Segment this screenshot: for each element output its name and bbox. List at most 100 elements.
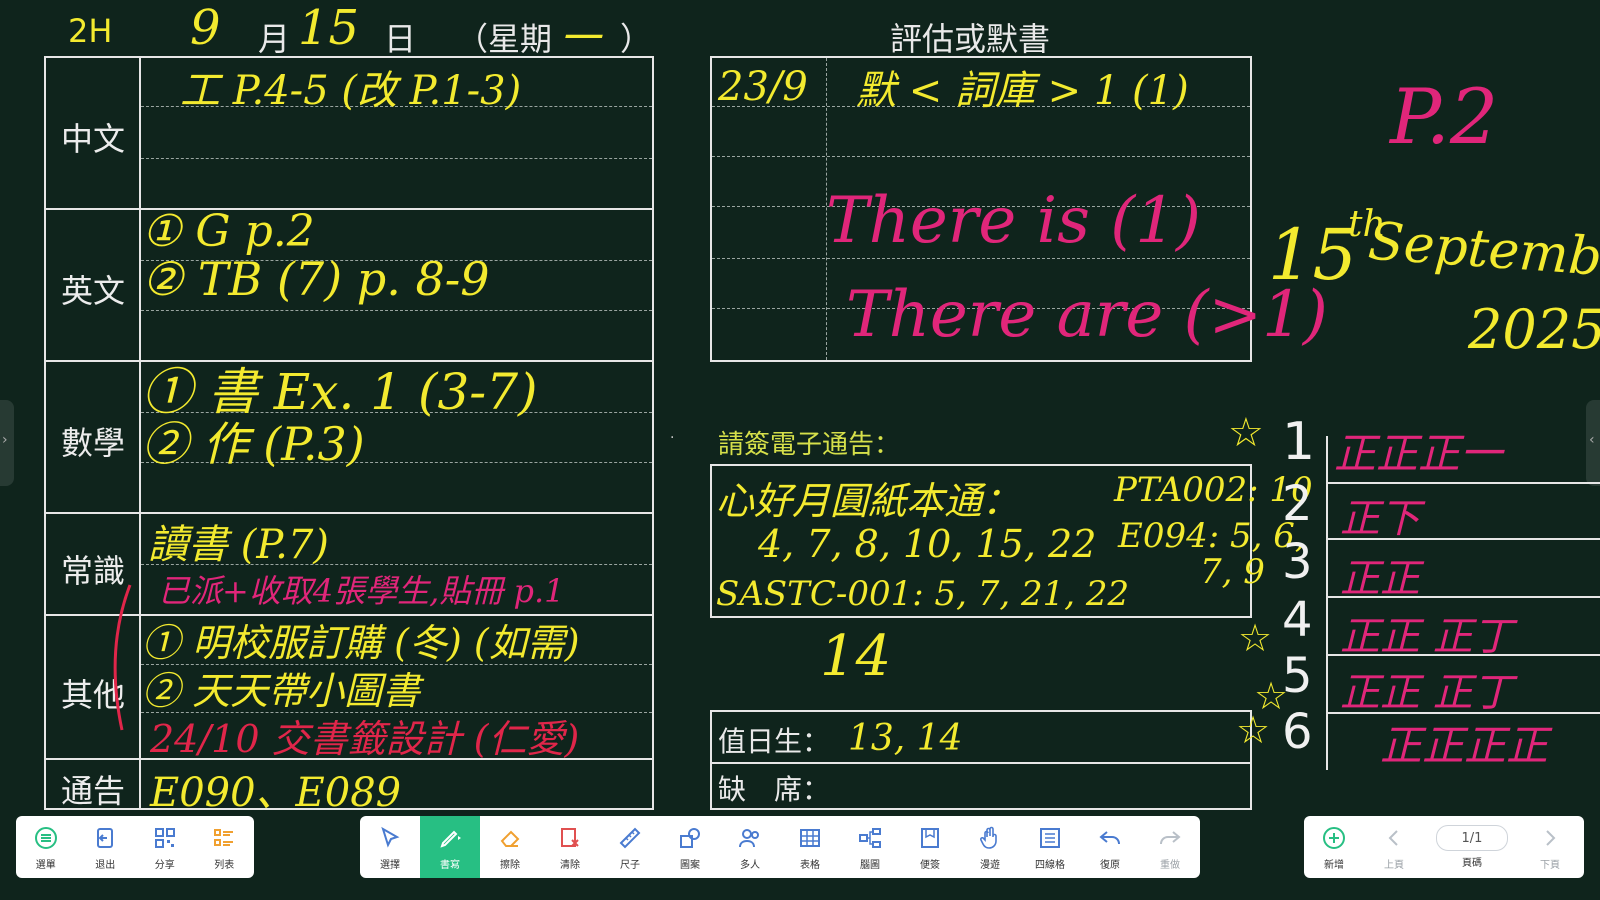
assessment-item: 默 < 詞庫 > 1 (1) (856, 68, 1189, 114)
select-label: 選擇 (380, 860, 400, 871)
undo-label: 復原 (1100, 860, 1120, 871)
undo-button[interactable]: 復原 (1080, 816, 1140, 878)
share-button[interactable]: 分享 (135, 816, 195, 878)
pen-label: 書寫 (440, 860, 460, 871)
right-edge-tab[interactable]: ‹ (1586, 400, 1600, 486)
prev-page-button[interactable]: 上頁 (1364, 816, 1424, 878)
table-icon (795, 823, 825, 853)
guide-line (141, 310, 652, 311)
hw-others-1: ① 明校服訂購 (冬) (如需) (142, 621, 580, 665)
shapes-icon (675, 823, 705, 853)
table-tool-button[interactable]: 表格 (780, 816, 840, 878)
chevron-right-icon (1535, 823, 1565, 853)
pages-label: 頁碼 (1462, 858, 1482, 869)
pan-label: 漫遊 (980, 860, 1000, 871)
list-button[interactable]: 列表 (195, 816, 255, 878)
tally-marks-2: 正下 (1340, 496, 1420, 542)
shapes-tool-button[interactable]: 圖案 (660, 816, 720, 878)
hw-others-2: ② 天天帶小圖書 (142, 669, 421, 713)
tally-num-6: 6 (1282, 704, 1313, 760)
toolbar-center: 選擇 書寫 擦除 清除 尺子 圖案 多人 表格 腦圖 便簽 漫遊 四線格 復原 … (360, 816, 1200, 878)
grammar-line-1: There is (1) (826, 184, 1201, 258)
hw-math-2: ② 作 (P.3) (142, 417, 365, 471)
sticky-note-tool-button[interactable]: 便簽 (900, 816, 960, 878)
star-icon: ☆ (1238, 616, 1273, 660)
star-icon: ☆ (1236, 708, 1271, 752)
mindmap-label: 腦圖 (860, 860, 880, 871)
guide-line (712, 258, 1250, 259)
notice-line-1: 心好月圓紙本通： (716, 479, 1021, 523)
sticky-note-icon (915, 823, 945, 853)
redo-button[interactable]: 重做 (1140, 816, 1200, 878)
red-bracket-mark (113, 584, 132, 731)
assessment-date: 23/9 (718, 64, 808, 110)
undo-icon (1095, 823, 1125, 853)
redo-icon (1155, 823, 1185, 853)
eraser-label: 擦除 (500, 860, 520, 871)
notice-title: 請簽電子通告： (718, 430, 901, 460)
qr-share-icon (150, 823, 180, 853)
pen-icon (435, 823, 465, 853)
menu-button[interactable]: 選單 (16, 816, 76, 878)
hw-notice-1: E090、E089 (150, 770, 402, 816)
class-label: 2H (68, 12, 113, 50)
date-day: 15 (1268, 214, 1358, 296)
mindmap-tool-button[interactable]: 腦圖 (840, 816, 900, 878)
page-note: P.2 (1390, 72, 1499, 161)
pan-tool-button[interactable]: 漫遊 (960, 816, 1020, 878)
share-label: 分享 (154, 860, 175, 871)
next-label: 下頁 (1540, 860, 1560, 871)
pen-tool-button[interactable]: 書寫 (420, 816, 480, 878)
cursor-icon (375, 823, 405, 853)
header-date: 15 (298, 0, 360, 56)
prev-label: 上頁 (1384, 860, 1404, 871)
menu-icon (31, 823, 61, 853)
clear-label: 清除 (560, 860, 580, 871)
date-month: September, (1366, 211, 1600, 293)
add-icon (1319, 823, 1349, 853)
subject-chinese: 中文 (60, 120, 125, 158)
multi-user-label: 多人 (740, 860, 760, 871)
hw-general-1: 讀書 (P.7) (148, 522, 329, 568)
four-line-tool-button[interactable]: 四線格 (1020, 816, 1080, 878)
table-label: 表格 (800, 860, 820, 871)
header-month-char: 月 (258, 20, 291, 58)
row-line (44, 512, 654, 514)
grammar-line-2: There are (>1) (846, 278, 1328, 352)
exit-button[interactable]: 退出 (76, 816, 136, 878)
duty-label: 值日生： (718, 725, 831, 758)
tally-marks-1: 正正正一 (1334, 429, 1503, 478)
four-line-icon (1035, 823, 1065, 853)
guide-line (141, 158, 652, 159)
tally-num-5: 5 (1282, 648, 1313, 704)
multi-user-tool-button[interactable]: 多人 (720, 816, 780, 878)
page-indicator-button[interactable]: 1/1 頁碼 (1424, 816, 1520, 878)
assessment-title: 評估或默書 (890, 20, 1051, 58)
tally-marks-3: 正正 (1340, 556, 1420, 602)
dot-mark: · (670, 430, 675, 446)
tally-num-2: 2 (1282, 476, 1313, 532)
tally-line (1328, 482, 1600, 484)
ruler-label: 尺子 (620, 860, 640, 871)
add-page-button[interactable]: 新增 (1304, 816, 1364, 878)
toolbar-left: 選單 退出 分享 列表 (16, 816, 254, 878)
ruler-tool-button[interactable]: 尺子 (600, 816, 660, 878)
tally-divider (1326, 436, 1328, 770)
chevron-left-icon (1379, 823, 1409, 853)
tally-num-1: 1 (1282, 412, 1316, 472)
eraser-icon (495, 823, 525, 853)
multi-user-icon (735, 823, 765, 853)
select-tool-button[interactable]: 選擇 (360, 816, 420, 878)
below-number: 14 (820, 624, 892, 689)
clear-tool-button[interactable]: 清除 (540, 816, 600, 878)
eraser-tool-button[interactable]: 擦除 (480, 816, 540, 878)
left-edge-tab[interactable]: › (0, 400, 14, 486)
header-month: 9 (190, 0, 221, 56)
hw-others-3: 24/10 交書籤設計 (仁愛) (150, 717, 580, 761)
list-label: 列表 (214, 860, 235, 871)
hw-english-1: ① G p.2 (142, 206, 315, 257)
guide-line (712, 156, 1250, 157)
next-page-button[interactable]: 下頁 (1520, 816, 1580, 878)
absent-label: 缺 席： (718, 773, 831, 806)
menu-label: 選單 (35, 860, 56, 871)
